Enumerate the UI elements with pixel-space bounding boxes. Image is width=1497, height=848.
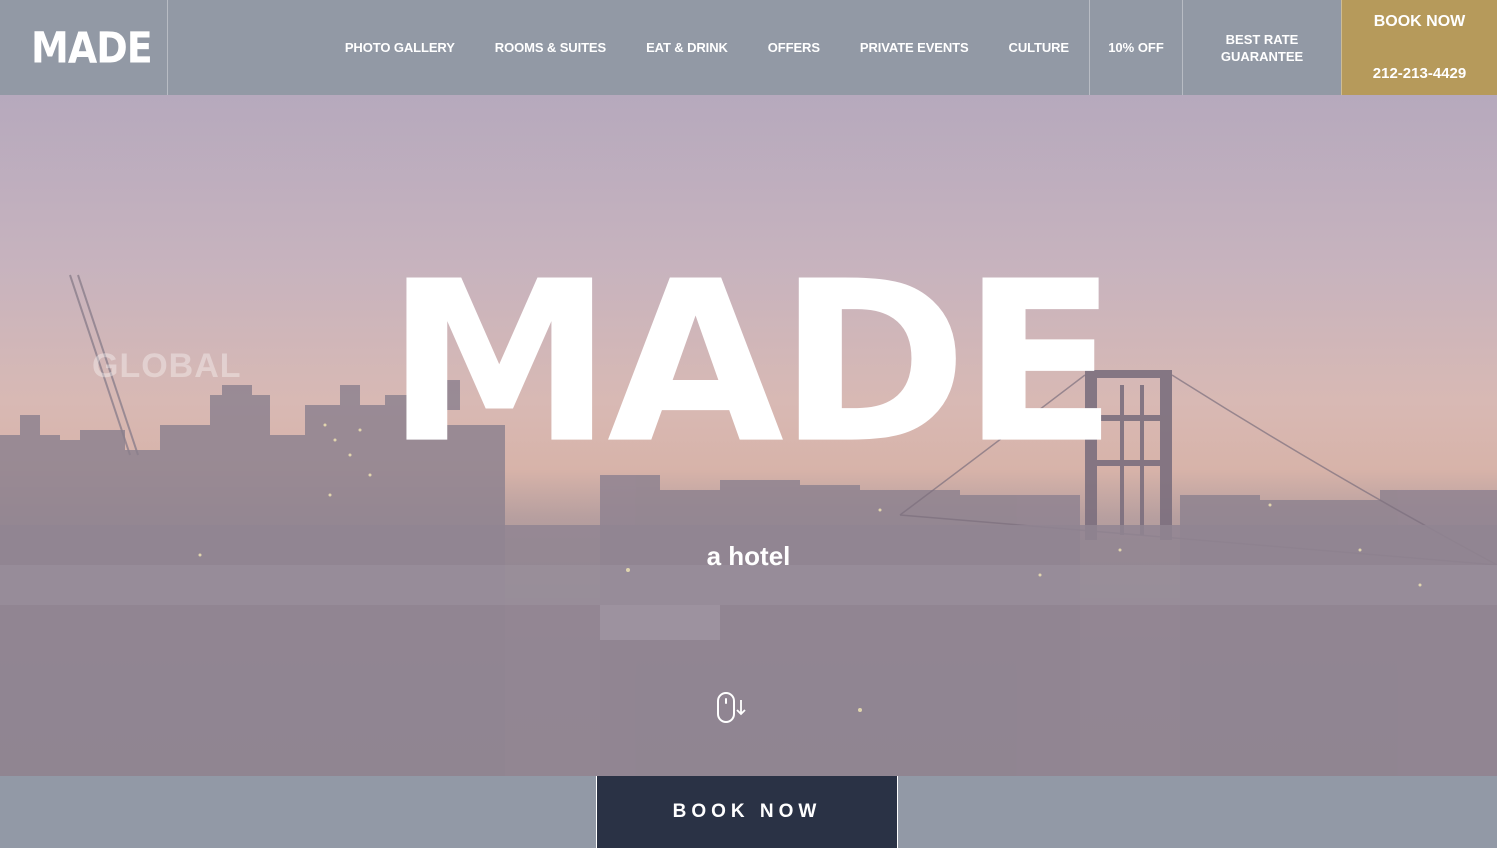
- mouse-scroll-icon[interactable]: [716, 692, 746, 724]
- bottom-bar: BOOK NOW: [0, 776, 1497, 848]
- nav-rooms-suites[interactable]: ROOMS & SUITES: [495, 40, 606, 55]
- header-book-now-label: BOOK NOW: [1373, 13, 1466, 30]
- logo-cell[interactable]: MADE: [0, 0, 168, 95]
- nav-private-events[interactable]: PRIVATE EVENTS: [860, 40, 969, 55]
- offer-link[interactable]: 10% OFF: [1089, 0, 1182, 95]
- nav-eat-drink[interactable]: EAT & DRINK: [646, 40, 728, 55]
- main-nav: PHOTO GALLERY ROOMS & SUITES EAT & DRINK…: [168, 0, 1089, 95]
- hero-title: MADE: [385, 234, 1117, 493]
- nav-photo-gallery[interactable]: PHOTO GALLERY: [345, 40, 455, 55]
- site-header: MADE PHOTO GALLERY ROOMS & SUITES EAT & …: [0, 0, 1497, 95]
- hero-subtitle: a hotel: [706, 541, 791, 571]
- book-now-label: BOOK NOW: [672, 801, 822, 822]
- hero-section: GLOBAL MADE a hotel: [0, 95, 1497, 776]
- offer-label: 10% OFF: [1108, 40, 1164, 55]
- phone-number[interactable]: 212-213-4429: [1373, 65, 1466, 82]
- header-book-now[interactable]: BOOK NOW 212-213-4429: [1341, 0, 1497, 95]
- book-now-button[interactable]: BOOK NOW: [596, 776, 898, 848]
- nav-culture[interactable]: CULTURE: [1009, 40, 1070, 55]
- best-rate-line1: BEST RATE: [1225, 31, 1299, 47]
- nav-offers[interactable]: OFFERS: [768, 40, 820, 55]
- best-rate-line2: GUARANTEE: [1220, 48, 1304, 64]
- best-rate-link[interactable]: BEST RATE GUARANTEE: [1182, 0, 1341, 95]
- logo[interactable]: MADE: [31, 26, 153, 69]
